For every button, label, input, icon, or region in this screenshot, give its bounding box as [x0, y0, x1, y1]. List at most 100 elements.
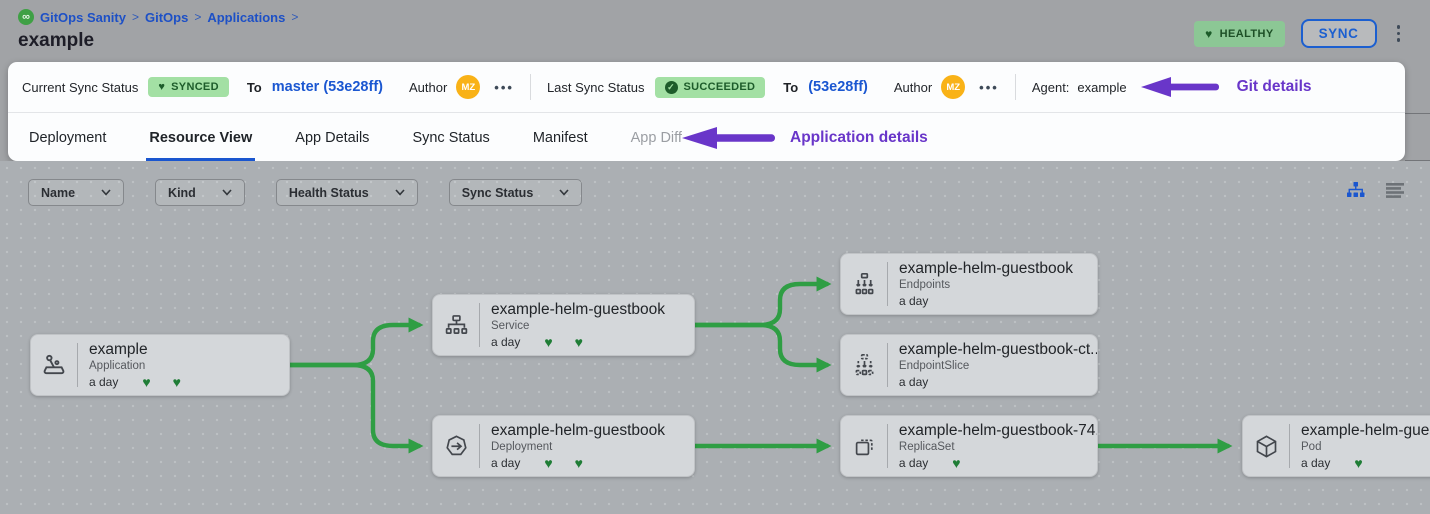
- left-arrow-icon: [1139, 75, 1221, 99]
- node-name: example-helm-guestbook: [491, 422, 665, 440]
- view-toggle-group: [1346, 181, 1404, 199]
- heart-icon: ♥: [952, 458, 960, 468]
- breadcrumb: ∞ GitOps Sanity > GitOps > Applications …: [18, 9, 298, 25]
- health-hearts: ♥: [1354, 458, 1362, 468]
- node-kind: Pod: [1301, 441, 1430, 453]
- succeeded-badge: ✓ SUCCEEDED: [655, 77, 766, 98]
- endpoints-icon: [841, 271, 887, 298]
- heart-icon: ♥: [173, 377, 181, 387]
- gitops-logo-icon: ∞: [18, 9, 34, 25]
- replicaset-icon: [841, 433, 887, 460]
- node-kind: Service: [491, 320, 665, 332]
- name-filter-dropdown[interactable]: Name: [28, 179, 124, 206]
- divider: [1015, 74, 1016, 100]
- to-label: To: [247, 80, 262, 95]
- breadcrumb-separator: >: [132, 10, 139, 24]
- sync-status-filter-dropdown[interactable]: Sync Status: [449, 179, 583, 206]
- chevron-down-icon: [101, 189, 111, 196]
- commit-details-more-button[interactable]: •••: [979, 80, 999, 95]
- agent-value: example: [1077, 80, 1126, 95]
- pod-icon: [1243, 433, 1289, 460]
- application-icon: [31, 351, 77, 379]
- heart-icon: ♥: [158, 81, 165, 93]
- heart-icon: ♥: [142, 377, 150, 387]
- more-options-kebab-icon[interactable]: [1393, 23, 1405, 44]
- health-hearts: ♥♥: [142, 377, 181, 387]
- tab-resource-view[interactable]: Resource View: [146, 114, 255, 161]
- app-summary-card: Current Sync Status ♥ SYNCED To master (…: [8, 62, 1405, 161]
- resource-tree-canvas[interactable]: Name Kind Health Status Sync Status: [0, 161, 1430, 514]
- breadcrumb-gitops[interactable]: GitOps: [145, 10, 188, 25]
- heart-icon: ♥: [544, 337, 552, 347]
- resource-node-endpoints[interactable]: example-helm-guestbook Endpoints a day: [840, 253, 1098, 315]
- node-age: a day: [899, 456, 928, 470]
- health-hearts: ♥: [952, 458, 960, 468]
- node-age: a day: [899, 294, 928, 308]
- to-label: To: [783, 80, 798, 95]
- resource-node-endpointslice[interactable]: example-helm-guestbook-ct... EndpointSli…: [840, 334, 1098, 396]
- health-status-badge: ♥ HEALTHY: [1194, 21, 1284, 47]
- page-title: example: [18, 30, 94, 52]
- resource-node-service[interactable]: example-helm-guestbook Service a day ♥♥: [432, 294, 695, 356]
- breadcrumb-separator: >: [291, 10, 298, 24]
- heart-icon: ♥: [544, 458, 552, 468]
- sync-button[interactable]: SYNC: [1301, 19, 1377, 48]
- health-hearts: ♥♥: [544, 458, 583, 468]
- last-sync-status-label: Last Sync Status: [547, 80, 645, 95]
- heart-icon: ♥: [1354, 458, 1362, 468]
- node-age: a day: [491, 456, 520, 470]
- resource-node-application[interactable]: example Application a day ♥♥: [30, 334, 290, 396]
- tab-app-details[interactable]: App Details: [292, 114, 372, 161]
- tab-manifest[interactable]: Manifest: [530, 114, 591, 161]
- breadcrumb-separator: >: [194, 10, 201, 24]
- resource-node-pod[interactable]: example-helm-guest Pod a day ♥: [1242, 415, 1430, 477]
- heart-icon: ♥: [1205, 27, 1213, 41]
- author-avatar: MZ: [456, 75, 480, 99]
- health-status-filter-dropdown[interactable]: Health Status: [276, 179, 418, 206]
- resource-node-replicaset[interactable]: example-helm-guestbook-74... ReplicaSet …: [840, 415, 1098, 477]
- endpointslice-icon: [841, 352, 887, 379]
- node-name: example-helm-guestbook: [899, 260, 1073, 278]
- tab-deployment[interactable]: Deployment: [26, 114, 109, 161]
- commit-details-more-button[interactable]: •••: [494, 80, 514, 95]
- node-age: a day: [899, 375, 928, 389]
- breadcrumb-gitops-sanity[interactable]: GitOps Sanity: [40, 10, 126, 25]
- heart-icon: ♥: [575, 458, 583, 468]
- breadcrumb-applications[interactable]: Applications: [207, 10, 285, 25]
- node-kind: Deployment: [491, 441, 665, 453]
- node-kind: ReplicaSet: [899, 441, 1087, 453]
- application-details-annotation: Application details: [680, 114, 928, 161]
- heart-icon: ♥: [575, 337, 583, 347]
- node-name: example-helm-guestbook: [491, 301, 665, 319]
- list-view-icon[interactable]: [1386, 183, 1404, 198]
- author-label: Author: [409, 80, 447, 95]
- current-sync-status-label: Current Sync Status: [22, 80, 138, 95]
- left-arrow-icon: [680, 125, 776, 151]
- divider: [1405, 113, 1430, 114]
- node-name: example: [89, 341, 181, 359]
- tree-view-icon[interactable]: [1346, 181, 1365, 199]
- author-label: Author: [894, 80, 932, 95]
- resource-node-deployment[interactable]: example-helm-guestbook Deployment a day …: [432, 415, 695, 477]
- divider: [530, 74, 531, 100]
- health-hearts: ♥♥: [544, 337, 583, 347]
- node-name: example-helm-guestbook-74...: [899, 422, 1087, 440]
- deployment-icon: [433, 433, 479, 460]
- chevron-down-icon: [559, 189, 569, 196]
- node-kind: Application: [89, 360, 181, 372]
- node-name: example-helm-guest: [1301, 422, 1430, 440]
- check-circle-icon: ✓: [665, 81, 678, 94]
- tab-bar: Deployment Resource View App Details Syn…: [8, 114, 1405, 161]
- kind-filter-dropdown[interactable]: Kind: [155, 179, 245, 206]
- chevron-down-icon: [395, 189, 405, 196]
- node-name: example-helm-guestbook-ct...: [899, 341, 1087, 359]
- node-age: a day: [1301, 456, 1330, 470]
- chevron-down-icon: [222, 189, 232, 196]
- tab-app-diff[interactable]: App Diff: [628, 114, 685, 161]
- tab-sync-status[interactable]: Sync Status: [409, 114, 492, 161]
- git-details-annotation: Git details: [1139, 75, 1312, 99]
- last-sync-target-link[interactable]: (53e28ff): [808, 79, 868, 95]
- sync-status-bar: Current Sync Status ♥ SYNCED To master (…: [8, 62, 1405, 113]
- current-sync-target-link[interactable]: master (53e28ff): [272, 79, 383, 95]
- node-kind: Endpoints: [899, 279, 1073, 291]
